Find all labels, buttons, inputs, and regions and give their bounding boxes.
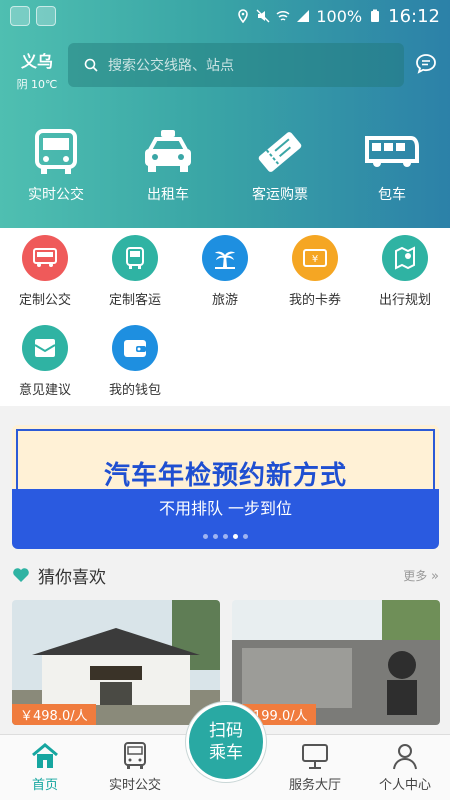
- tab-label: 实时公交: [108, 778, 161, 793]
- tab-label: 服务大厅: [288, 778, 341, 793]
- recommend-header: 猜你喜欢 更多 »: [12, 562, 439, 588]
- search-input[interactable]: 搜索公交线路、站点: [68, 43, 404, 87]
- carousel-dot[interactable]: [243, 534, 248, 539]
- recommend-card-scenic[interactable]: ￥498.0/人: [12, 600, 220, 725]
- coupon-icon: ¥: [292, 235, 338, 281]
- service-custom-bus[interactable]: 定制公交: [0, 235, 90, 308]
- location-icon: [238, 9, 249, 23]
- recommend-title: 猜你喜欢: [38, 567, 106, 588]
- user-icon: [393, 744, 417, 770]
- battery-level: 100%: [316, 6, 363, 26]
- top-nav: 实时公交 出租车 客运购票 包车: [0, 128, 450, 204]
- tab-label: 个人中心: [378, 778, 431, 793]
- more-link[interactable]: 更多 »: [403, 567, 439, 584]
- top-nav-label: 实时公交: [28, 187, 84, 203]
- top-nav-label: 客运购票: [252, 187, 308, 203]
- service-feedback[interactable]: 意见建议: [0, 325, 90, 398]
- message-icon[interactable]: [414, 52, 438, 76]
- service-label: 我的钱包: [108, 383, 161, 398]
- scan-label-line2: 乘车: [209, 743, 243, 763]
- top-nav-charter[interactable]: 包车: [336, 128, 448, 204]
- more-label: 更多: [403, 568, 428, 583]
- service-label: 我的卡券: [288, 293, 341, 308]
- carousel-dot[interactable]: [213, 534, 218, 539]
- carousel-dot-active[interactable]: [233, 534, 238, 539]
- tab-home[interactable]: 首页: [0, 735, 90, 800]
- mute-icon: [256, 9, 270, 23]
- top-nav-label: 包车: [378, 187, 406, 203]
- svg-text:¥: ¥: [312, 254, 318, 265]
- service-route-plan[interactable]: 出行规划: [360, 235, 450, 308]
- service-custom-coach[interactable]: 定制客运: [90, 235, 180, 308]
- service-coupons[interactable]: ¥ 我的卡券: [270, 235, 360, 308]
- battery-icon: [371, 9, 380, 22]
- carousel-dot[interactable]: [223, 534, 228, 539]
- route-plan-icon: [382, 235, 428, 281]
- banner-subtitle: 不用排队 一步到位: [158, 499, 293, 518]
- service-label: 定制客运: [108, 293, 161, 308]
- monitor-icon: [302, 744, 328, 769]
- bus-icon: [124, 742, 146, 769]
- wifi-icon: [276, 10, 290, 21]
- clock: 16:12: [388, 5, 440, 27]
- top-nav-label: 出租车: [147, 187, 189, 203]
- service-label: 出行规划: [378, 293, 431, 308]
- bus-icon: [35, 129, 77, 174]
- top-nav-realtime-bus[interactable]: 实时公交: [0, 128, 112, 204]
- tab-realtime-bus[interactable]: 实时公交: [90, 735, 180, 800]
- city-selector[interactable]: 义乌 阴 10℃: [12, 48, 62, 92]
- feedback-icon: [22, 325, 68, 371]
- service-travel[interactable]: 旅游: [180, 235, 270, 308]
- taxi-icon: [145, 130, 191, 172]
- wallet-icon: [112, 325, 158, 371]
- app-notification-icon: [36, 6, 56, 26]
- custom-coach-icon: [112, 235, 158, 281]
- search-icon: [84, 58, 98, 72]
- coach-icon: [365, 136, 419, 167]
- double-chevron-right-icon: »: [431, 568, 439, 584]
- top-nav-taxi[interactable]: 出租车: [112, 128, 224, 204]
- search-placeholder: 搜索公交线路、站点: [108, 58, 234, 74]
- promo-banner[interactable]: 汽车年检预约新方式 不用排队 一步到位: [12, 425, 439, 549]
- banner-title: 汽车年检预约新方式: [103, 461, 347, 491]
- scan-to-ride-button[interactable]: 扫码 乘车: [186, 702, 266, 782]
- service-grid: 定制公交 定制客运 旅游 ¥ 我的卡券 出行规划 意见建议 我的钱包: [0, 228, 450, 406]
- recommend-card-luxun[interactable]: ￥199.0/人: [232, 600, 440, 725]
- carousel-dot[interactable]: [203, 534, 208, 539]
- service-label: 旅游: [211, 293, 238, 308]
- city-name: 义乌: [20, 52, 53, 71]
- tab-label: 首页: [31, 778, 58, 793]
- service-label: 定制公交: [18, 293, 71, 308]
- carousel-dots: [12, 534, 439, 539]
- status-bar: 100% 16:12: [0, 0, 450, 32]
- gallery-notification-icon: [10, 6, 30, 26]
- home-icon: [32, 743, 58, 768]
- custom-bus-icon: [22, 235, 68, 281]
- tab-profile[interactable]: 个人中心: [360, 735, 450, 800]
- service-wallet[interactable]: 我的钱包: [90, 325, 180, 398]
- signal-icon: [297, 10, 310, 22]
- tab-service-hall[interactable]: 服务大厅: [270, 735, 360, 800]
- top-nav-ticket[interactable]: 客运购票: [224, 128, 336, 204]
- scan-label-line1: 扫码: [209, 721, 243, 741]
- heart-icon: [13, 568, 29, 582]
- service-label: 意见建议: [18, 383, 71, 398]
- weather-text: 阴 10℃: [16, 78, 58, 91]
- palm-tree-icon: [202, 235, 248, 281]
- price-tag: ￥498.0/人: [12, 704, 96, 725]
- ticket-icon: [258, 132, 302, 172]
